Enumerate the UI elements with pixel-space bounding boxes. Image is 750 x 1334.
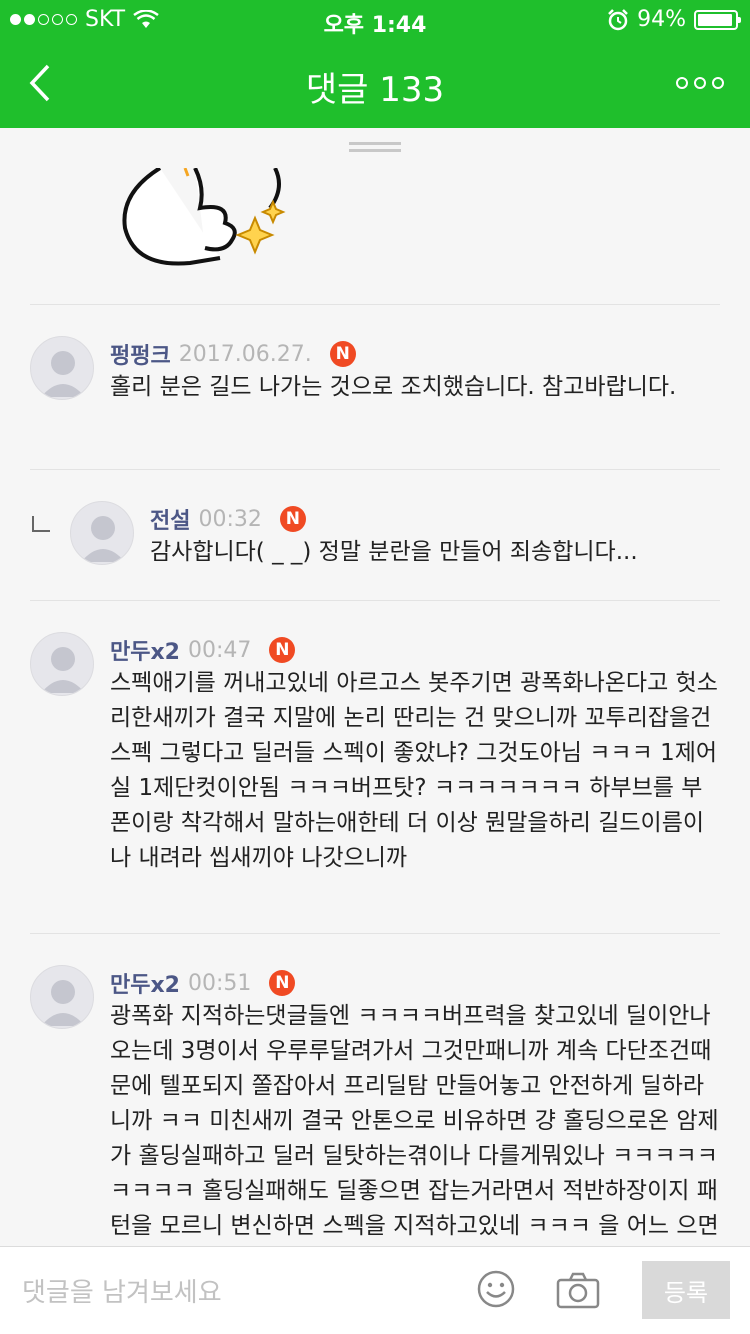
comment-date: 00:47 [187,637,252,663]
new-badge: N [269,637,296,663]
battery-icon [694,9,741,30]
camera-icon[interactable] [556,1271,600,1309]
comment-text: 스펙애기를 꺼내고있네 아르고스 봇주기면 광폭화나온다고 헛소리한새끼가 결국… [110,670,718,871]
divider [30,933,720,934]
divider [30,600,720,601]
nav-bar: 댓글 133 [0,40,750,128]
new-badge: N [329,341,356,367]
more-options-icon[interactable] [676,68,726,98]
avatar[interactable] [30,632,94,696]
comment-input-bar: 댓글을 남겨보세요 등록 [0,1246,750,1334]
comment-author[interactable]: 만두x2 [110,967,180,999]
alarm-icon [608,8,628,30]
divider [30,304,720,305]
status-bar: SKT 오후 1:44 94% [0,0,750,40]
comment-date: 2017.06.27. [178,341,312,367]
comment-text: 광폭화 지적하는댓글들엔 ㅋㅋㅋㅋ버프력을 찾고있네 딜이안나오는데 3명이서 … [110,1003,719,1239]
comment-author[interactable]: 펑펑크 [110,338,171,370]
reply-indicator-icon [32,516,50,532]
comment-text: 홀리 분은 길드 나가는 것으로 조치했습니다. 참고바랍니다. [110,374,677,400]
sticker-image [122,168,286,266]
comment-input[interactable]: 댓글을 남겨보세요 [22,1272,222,1309]
status-right: 94% [607,7,741,32]
comment-meta: 펑펑크 2017.06.27. N [110,338,356,370]
comment-meta: 만두x2 00:51 N [110,967,296,999]
comment-author[interactable]: 만두x2 [110,634,180,666]
comment-list[interactable]: 펑펑크 2017.06.27. N 홀리 분은 길드 나가는 것으로 조치했습니… [0,128,750,1246]
submit-button[interactable]: 등록 [642,1261,730,1319]
avatar[interactable] [30,336,94,400]
drag-handle[interactable] [349,142,401,154]
comment-date: 00:32 [198,506,262,532]
comment-meta: 전설 00:32 N [150,503,306,535]
new-badge: N [269,970,296,996]
page-title: 댓글 133 [305,70,445,110]
emoticon-icon[interactable] [476,1269,516,1309]
avatar[interactable] [70,501,134,565]
battery-percent: 94% [637,7,686,32]
comment-date: 00:51 [187,970,252,996]
comment-text: 감사합니다( _ _) 정말 분란을 만들어 죄송합니다... [150,539,638,565]
avatar[interactable] [30,965,94,1029]
comment-meta: 만두x2 00:47 N [110,634,296,666]
new-badge: N [279,506,306,532]
comment-author[interactable]: 전설 [150,503,190,535]
divider [30,469,720,470]
